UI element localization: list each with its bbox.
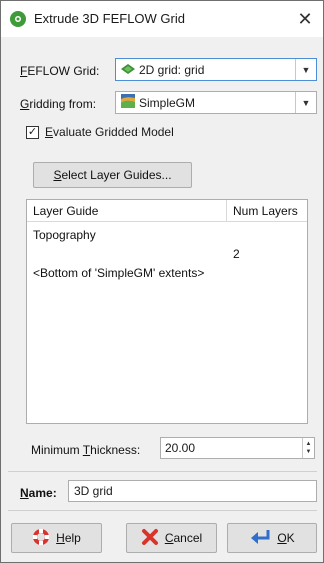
- layer-guide-cell: Topography: [33, 227, 96, 242]
- cancel-button[interactable]: Cancel: [126, 523, 217, 553]
- minimum-thickness-label: Minimum Thickness:: [31, 443, 141, 457]
- select-layer-guides-label: Select Layer Guides...: [53, 168, 172, 182]
- ok-return-arrow-icon: [249, 528, 271, 549]
- geomodel-icon: [121, 94, 135, 111]
- chevron-down-icon[interactable]: ▼: [306, 448, 312, 456]
- name-input[interactable]: 3D grid: [68, 480, 317, 502]
- help-lifebuoy-icon: [32, 528, 50, 549]
- table-row[interactable]: Topography: [27, 225, 307, 244]
- chevron-down-icon[interactable]: ▼: [295, 59, 316, 80]
- table-row[interactable]: <Bottom of 'SimpleGM' extents>: [27, 263, 307, 282]
- window-title: Extrude 3D FEFLOW Grid: [34, 11, 185, 26]
- gridding-from-label: Gridding from:: [20, 97, 97, 111]
- evaluate-gridded-model-option[interactable]: ✓ Evaluate Gridded Model: [26, 125, 174, 139]
- table-header: Layer Guide Num Layers: [27, 200, 307, 222]
- title-bar[interactable]: Extrude 3D FEFLOW Grid ✕: [1, 1, 323, 37]
- grid-diamond-icon: [121, 63, 135, 77]
- ok-button[interactable]: OK: [227, 523, 317, 553]
- dialog-window: Extrude 3D FEFLOW Grid ✕ FEFLOW Grid: 2D…: [0, 0, 324, 563]
- minimum-thickness-value[interactable]: 20.00: [161, 441, 302, 455]
- column-header-num-layers[interactable]: Num Layers: [227, 200, 307, 221]
- layer-guide-cell: <Bottom of 'SimpleGM' extents>: [33, 265, 205, 280]
- ok-label: OK: [277, 531, 295, 545]
- gridding-from-value: SimpleGM: [139, 95, 196, 110]
- help-button[interactable]: Help: [11, 523, 102, 553]
- select-layer-guides-button[interactable]: Select Layer Guides...: [33, 162, 192, 188]
- column-header-layer-guide[interactable]: Layer Guide: [27, 200, 227, 221]
- minimum-thickness-spinbox[interactable]: 20.00 ▲ ▼: [160, 437, 315, 459]
- chevron-down-icon[interactable]: ▼: [295, 92, 316, 113]
- table-row[interactable]: 2: [27, 244, 307, 263]
- cancel-x-icon: [141, 528, 159, 549]
- cancel-label: Cancel: [164, 531, 203, 545]
- close-button[interactable]: ✕: [293, 7, 317, 31]
- feflow-grid-value: 2D grid: grid: [139, 62, 205, 77]
- chevron-up-icon[interactable]: ▲: [306, 440, 312, 448]
- num-layers-cell[interactable]: 2: [227, 247, 307, 261]
- spin-arrows[interactable]: ▲ ▼: [302, 438, 314, 458]
- help-label: Help: [56, 531, 81, 545]
- name-label: Name:: [20, 486, 57, 500]
- evaluate-label: Evaluate Gridded Model: [45, 125, 174, 139]
- gridding-from-select[interactable]: SimpleGM ▼: [115, 91, 317, 114]
- evaluate-checkbox[interactable]: ✓: [26, 125, 39, 139]
- leapfrog-app-icon: [10, 11, 26, 27]
- layer-guide-table[interactable]: Layer Guide Num Layers Topography 2 <Bot…: [26, 199, 308, 424]
- divider: [8, 471, 317, 472]
- feflow-grid-select[interactable]: 2D grid: grid ▼: [115, 58, 317, 81]
- feflow-grid-label: FEFLOW Grid:: [20, 64, 100, 78]
- close-icon: ✕: [297, 8, 313, 29]
- check-icon: ✓: [27, 125, 38, 138]
- divider: [8, 510, 317, 511]
